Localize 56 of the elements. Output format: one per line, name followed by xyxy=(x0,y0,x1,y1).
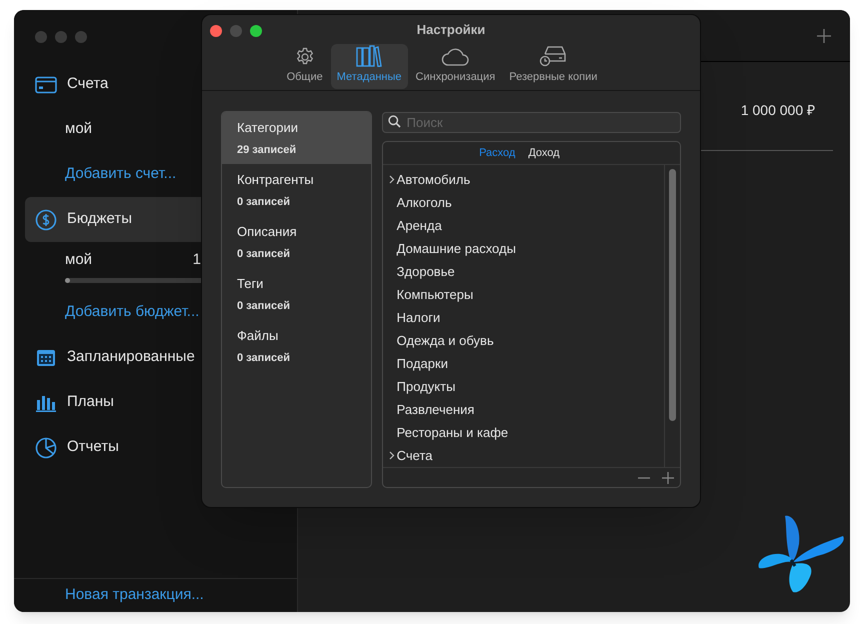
section-item[interactable]: Теги 0 записей xyxy=(222,268,371,320)
account-name[interactable]: мой xyxy=(65,118,92,141)
category-item[interactable]: Рестораны и кафе xyxy=(396,422,508,442)
category-item[interactable]: Развлечения xyxy=(396,400,474,420)
tab[interactable]: Синхронизация xyxy=(410,44,502,90)
category-item[interactable]: Налоги xyxy=(396,308,440,328)
tab[interactable]: Резервные копии xyxy=(503,44,604,90)
scrollbar-thumb[interactable] xyxy=(669,169,676,421)
tab[interactable]: Метаданные xyxy=(330,44,408,90)
record-count: 0 записей xyxy=(237,247,292,262)
close-button[interactable] xyxy=(210,25,222,37)
cloud-icon xyxy=(441,46,470,67)
add-icon[interactable] xyxy=(816,28,832,44)
drive-clock-icon xyxy=(538,44,568,67)
category-item[interactable]: Здоровье xyxy=(396,262,455,282)
category-item[interactable]: Продукты xyxy=(396,376,456,396)
add-link[interactable]: Добавить счет... xyxy=(65,163,176,186)
section-item[interactable]: Категории 29 записей xyxy=(222,112,371,164)
dollar-icon xyxy=(35,208,57,230)
category-item[interactable]: Компьютеры xyxy=(396,284,474,304)
add-icon[interactable] xyxy=(662,472,674,484)
segment-tab[interactable]: Расход xyxy=(479,144,516,162)
sidebar-item[interactable]: Отчеты xyxy=(25,425,286,470)
category-item[interactable]: Домашние расходы xyxy=(396,238,516,258)
section-title: Категории xyxy=(237,118,299,137)
calendar-icon xyxy=(36,348,56,366)
chevron-icon[interactable] xyxy=(388,175,395,184)
budget-name[interactable]: мой xyxy=(65,249,92,272)
sidebar-item[interactable]: Планы xyxy=(25,380,286,425)
category-item[interactable]: Подарки xyxy=(396,354,448,374)
zoom-button[interactable] xyxy=(250,25,262,37)
section-item[interactable]: Файлы 0 записей xyxy=(222,320,371,372)
section-title: Контрагенты xyxy=(237,170,315,189)
category-item[interactable]: Автомобиль xyxy=(396,170,470,190)
segment-tab[interactable]: Доход xyxy=(528,144,560,162)
category-item[interactable]: Аренда xyxy=(396,216,442,236)
section-title: Файлы xyxy=(237,326,280,344)
chevron-icon[interactable] xyxy=(388,451,395,460)
category-item[interactable]: Счета xyxy=(396,446,433,466)
budget-amount: 1 xyxy=(192,250,201,270)
amount-text: 1 000 000 ₽ xyxy=(740,101,815,120)
dialog-title: Настройки xyxy=(416,20,486,39)
gear-icon xyxy=(294,46,315,67)
card-icon xyxy=(35,76,57,94)
books-icon xyxy=(356,44,382,67)
pie-chart-icon xyxy=(35,436,57,458)
bar-chart-icon xyxy=(36,394,56,412)
record-count: 29 записей xyxy=(237,143,298,158)
add-link[interactable]: Добавить бюджет... xyxy=(65,301,200,324)
record-count: 0 записей xyxy=(237,299,292,314)
new-transaction-link[interactable]: Новая транзакция... xyxy=(65,584,204,607)
record-count: 0 записей xyxy=(237,351,292,366)
section-title: Теги xyxy=(237,274,264,292)
search-icon xyxy=(388,115,401,128)
category-item[interactable]: Одежда и обувь xyxy=(396,330,494,350)
category-item[interactable]: Алкоголь xyxy=(396,192,452,212)
